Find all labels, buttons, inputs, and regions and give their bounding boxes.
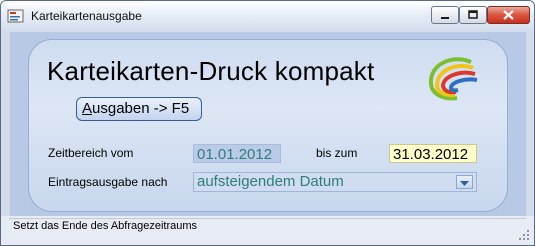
output-button[interactable]: Ausgaben -> F5	[76, 97, 202, 121]
resize-grip-icon[interactable]	[517, 228, 531, 242]
dropdown-button[interactable]	[456, 175, 473, 189]
maximize-button[interactable]	[459, 6, 487, 24]
close-button[interactable]	[487, 6, 530, 24]
from-date-label: Zeitbereich vom	[48, 146, 134, 160]
close-icon	[503, 10, 514, 20]
dialog-window: Karteikartenausgabe Karteikarten-Druck k…	[0, 0, 535, 246]
output-button-mnemonic: A	[82, 100, 93, 117]
status-text: Setzt das Ende des Abfragezeitraums	[13, 220, 198, 232]
output-button-label: usgaben -> F5	[92, 100, 190, 117]
window-title: Karteikartenausgabe	[31, 9, 142, 23]
entry-order-value: aufsteigendem Datum	[197, 173, 344, 190]
entry-order-select[interactable]: aufsteigendem Datum	[193, 172, 477, 192]
minimize-button[interactable]	[431, 6, 459, 24]
to-date-input[interactable]: 31.03.2012	[389, 144, 477, 163]
from-date-input[interactable]: 01.01.2012	[193, 144, 281, 163]
title-bar[interactable]: Karteikartenausgabe	[1, 1, 534, 32]
to-date-label: bis zum	[316, 146, 358, 160]
chevron-down-icon	[460, 181, 469, 186]
logo-swoosh-icon	[428, 57, 478, 101]
page-title: Karteikarten-Druck kompakt	[47, 56, 375, 86]
app-icon	[7, 9, 24, 23]
entry-order-label: Eintragsausgabe nach	[48, 175, 168, 189]
minimize-icon	[441, 17, 449, 19]
maximize-icon	[468, 10, 478, 19]
